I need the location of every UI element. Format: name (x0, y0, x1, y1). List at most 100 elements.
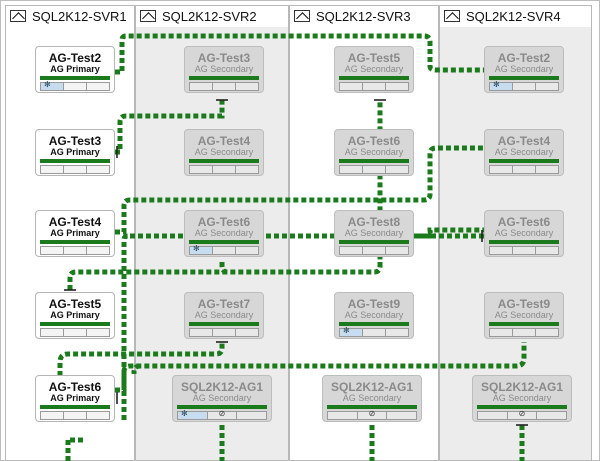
replica-role: AG Secondary (344, 310, 404, 320)
replica-title: AG-Test5 (48, 297, 102, 311)
health-bar (189, 322, 259, 326)
replica-footer (339, 165, 409, 174)
footer-cell (63, 82, 86, 91)
replica-card-svr2-sql2k12-ag1[interactable]: SQL2K12-AG1 AG Secondary (172, 375, 272, 422)
replica-card-svr4-ag-test9[interactable]: AG-Test9 AG Secondary (484, 292, 564, 339)
replica-title: AG-Test5 (347, 51, 401, 65)
replica-role: AG Secondary (344, 228, 404, 238)
replica-role: AG Secondary (344, 64, 404, 74)
replica-card-svr2-ag-test7[interactable]: AG-Test7 AG Secondary (184, 292, 264, 339)
replica-card-svr1-ag-test6[interactable]: AG-Test6 AG Primary (35, 375, 115, 422)
replica-card-svr4-ag-test6[interactable]: AG-Test6 AG Secondary (484, 210, 564, 257)
replica-title: AG-Test2 (497, 51, 551, 65)
gear-icon[interactable] (489, 80, 512, 91)
replica-card-svr3-ag-test5[interactable]: AG-Test5 AG Secondary (334, 46, 414, 93)
replica-card-svr1-ag-test4[interactable]: AG-Test4 AG Primary (35, 210, 115, 257)
replica-card-svr3-sql2k12-ag1[interactable]: SQL2K12-AG1 AG Secondary (322, 375, 422, 422)
replica-title: AG-Test6 (347, 134, 401, 148)
footer-cell (489, 328, 512, 337)
footer-cell (362, 328, 385, 337)
footer-cell (235, 328, 259, 337)
blocked-icon[interactable] (356, 411, 387, 420)
replica-card-svr2-ag-test4[interactable]: AG-Test4 AG Secondary (184, 129, 264, 176)
replica-footer (327, 411, 418, 420)
gear-icon[interactable] (339, 326, 362, 337)
footer-cell (536, 411, 568, 420)
replica-role: AG Secondary (494, 147, 554, 157)
health-bar (40, 405, 110, 409)
footer-cell (63, 328, 86, 337)
footer-cell (385, 246, 409, 255)
footer-cell (386, 411, 418, 420)
replica-card-svr3-ag-test6[interactable]: AG-Test6 AG Secondary (334, 129, 414, 176)
blocked-icon[interactable] (206, 411, 237, 420)
footer-cell (362, 82, 385, 91)
replica-footer (40, 411, 110, 420)
replica-card-svr4-ag-test2[interactable]: AG-Test2 AG Secondary (484, 46, 564, 93)
gear-icon[interactable] (189, 244, 212, 255)
footer-cell (86, 165, 110, 174)
footer-cell (512, 328, 535, 337)
replica-card-svr4-ag-test4[interactable]: AG-Test4 AG Secondary (484, 129, 564, 176)
replica-footer (339, 246, 409, 255)
replica-role: AG Secondary (492, 393, 552, 403)
replica-role: AG Primary (50, 310, 100, 320)
blocked-icon[interactable] (506, 411, 537, 420)
replica-title: SQL2K12-AG1 (330, 380, 414, 394)
replica-card-svr1-ag-test2[interactable]: AG-Test2 AG Primary (35, 46, 115, 93)
replica-footer (40, 246, 110, 255)
replica-role: AG Secondary (494, 228, 554, 238)
replica-card-svr1-ag-test3[interactable]: AG-Test3 AG Primary (35, 129, 115, 176)
health-bar (189, 159, 259, 163)
footer-cell (40, 328, 63, 337)
replica-title: AG-Test4 (497, 134, 551, 148)
footer-cell (212, 82, 235, 91)
footer-cell (535, 328, 559, 337)
replica-card-svr3-ag-test9[interactable]: AG-Test9 AG Secondary (334, 292, 414, 339)
footer-cell (235, 246, 259, 255)
replica-title: AG-Test7 (197, 297, 251, 311)
replica-title: AG-Test8 (347, 215, 401, 229)
replica-role: AG Primary (50, 393, 100, 403)
health-bar (339, 159, 409, 163)
replica-footer (339, 82, 409, 91)
footer-cell (535, 165, 559, 174)
replica-role: AG Secondary (344, 147, 404, 157)
footer-cell (86, 411, 110, 420)
replica-footer (477, 411, 568, 420)
footer-cell (40, 246, 63, 255)
footer-cell (339, 82, 362, 91)
replica-role: AG Secondary (494, 64, 554, 74)
replica-footer (40, 80, 110, 91)
health-bar (40, 322, 110, 326)
replica-title: AG-Test2 (48, 51, 102, 65)
footer-cell (362, 165, 385, 174)
gear-icon[interactable] (177, 409, 207, 420)
footer-cell (339, 165, 362, 174)
replica-card-svr1-ag-test5[interactable]: AG-Test5 AG Primary (35, 292, 115, 339)
footer-cell (535, 246, 559, 255)
replica-card-svr2-ag-test6[interactable]: AG-Test6 AG Secondary (184, 210, 264, 257)
footer-cell (535, 82, 559, 91)
replica-role: AG Secondary (494, 310, 554, 320)
replica-card-svr2-ag-test3[interactable]: AG-Test3 AG Secondary (184, 46, 264, 93)
replica-card-svr4-sql2k12-ag1[interactable]: SQL2K12-AG1 AG Secondary (472, 375, 572, 422)
replica-title: AG-Test6 (197, 215, 251, 229)
replica-footer (339, 326, 409, 337)
replica-role: AG Primary (50, 147, 100, 157)
replica-role: AG Primary (50, 228, 100, 238)
gear-icon[interactable] (40, 80, 63, 91)
replica-footer (189, 328, 259, 337)
health-bar (339, 76, 409, 80)
replica-card-svr3-ag-test8[interactable]: AG-Test8 AG Secondary (334, 210, 414, 257)
replica-title: AG-Test4 (48, 215, 102, 229)
replica-title: AG-Test9 (347, 297, 401, 311)
health-bar (40, 159, 110, 163)
replica-title: AG-Test3 (197, 51, 251, 65)
link-test7 (57, 342, 225, 376)
footer-cell (212, 328, 235, 337)
footer-cell (477, 411, 507, 420)
footer-cell (385, 328, 409, 337)
replica-title: AG-Test6 (497, 215, 551, 229)
footer-cell (236, 411, 268, 420)
